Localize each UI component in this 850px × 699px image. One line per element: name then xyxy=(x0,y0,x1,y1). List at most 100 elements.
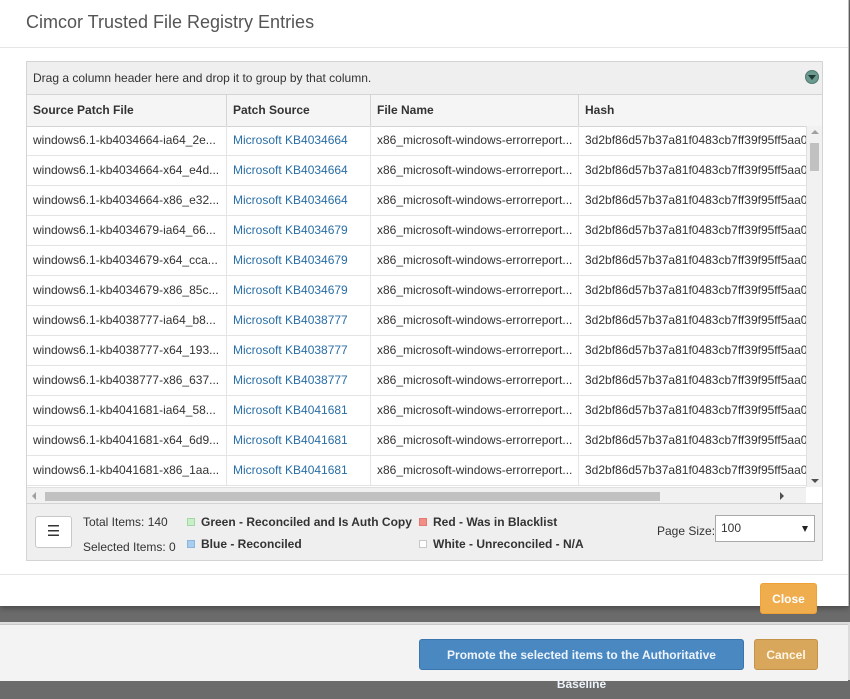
white-swatch xyxy=(419,540,427,548)
trusted-file-registry-dialog: Cimcor Trusted File Registry Entries Dra… xyxy=(0,0,849,606)
column-header-hash[interactable]: Hash xyxy=(579,95,822,126)
table-row[interactable]: windows6.1-kb4034679-x64_cca... Microsof… xyxy=(27,246,806,276)
hash-cell: 3d2bf86d57b37a81f0483cb7ff39f95ff5aa0 xyxy=(585,193,806,207)
file-name-cell: x86_microsoft-windows-errorreport... xyxy=(371,366,579,395)
patch-source-link[interactable]: Microsoft KB4034664 xyxy=(227,156,371,185)
source-patch-file-cell: windows6.1-kb4034664-x86_e32... xyxy=(27,186,227,215)
source-patch-file-cell: windows6.1-kb4034664-ia64_2e... xyxy=(27,126,227,155)
promote-to-baseline-button[interactable]: Promote the selected items to the Author… xyxy=(419,639,744,691)
legend-blue-label: Blue - Reconciled xyxy=(201,537,302,551)
legend-blue: Blue - Reconciled xyxy=(187,537,302,551)
page-size-select[interactable]: 100 xyxy=(715,515,815,542)
scroll-right-arrow-icon[interactable] xyxy=(780,492,784,500)
table-row[interactable]: windows6.1-kb4034664-x86_e32... Microsof… xyxy=(27,186,806,216)
close-button[interactable]: Close xyxy=(760,583,817,614)
scroll-down-arrow-icon[interactable] xyxy=(811,479,819,483)
hamburger-icon: ☰ xyxy=(46,523,61,540)
horizontal-scroll-thumb[interactable] xyxy=(45,492,660,501)
hash-cell: 3d2bf86d57b37a81f0483cb7ff39f95ff5aa0 xyxy=(585,223,806,237)
patch-source-link[interactable]: Microsoft KB4041681 xyxy=(227,426,371,455)
legend-red-label: Red - Was in Blacklist xyxy=(433,515,558,529)
legend-white: White - Unreconciled - N/A xyxy=(419,537,584,551)
column-header-source-patch-file[interactable]: Source Patch File xyxy=(27,95,227,126)
column-header-file-name[interactable]: File Name xyxy=(371,95,579,126)
patch-source-link[interactable]: Microsoft KB4034679 xyxy=(227,216,371,245)
file-name-cell: x86_microsoft-windows-errorreport... xyxy=(371,246,579,275)
source-patch-file-cell: windows6.1-kb4041681-x86_1aa... xyxy=(27,456,227,485)
patch-source-link[interactable]: Microsoft KB4034664 xyxy=(227,126,371,155)
column-header-patch-source[interactable]: Patch Source xyxy=(227,95,371,126)
patch-source-link[interactable]: Microsoft KB4034664 xyxy=(227,186,371,215)
hash-cell: 3d2bf86d57b37a81f0483cb7ff39f95ff5aa0 xyxy=(585,133,806,147)
table-row[interactable]: windows6.1-kb4038777-x86_637... Microsof… xyxy=(27,366,806,396)
source-patch-file-cell: windows6.1-kb4034664-x64_e4d... xyxy=(27,156,227,185)
total-items-count: Total Items: 140 xyxy=(83,515,168,529)
hash-cell: 3d2bf86d57b37a81f0483cb7ff39f95ff5aa0 xyxy=(585,343,806,357)
source-patch-file-cell: windows6.1-kb4034679-x86_85c... xyxy=(27,276,227,305)
group-by-panel[interactable]: Drag a column header here and drop it to… xyxy=(27,62,822,95)
grid-header-row: Source Patch File Patch Source File Name… xyxy=(27,95,822,127)
hash-cell: 3d2bf86d57b37a81f0483cb7ff39f95ff5aa0 xyxy=(585,283,806,297)
source-patch-file-cell: windows6.1-kb4041681-ia64_58... xyxy=(27,396,227,425)
patch-source-link[interactable]: Microsoft KB4041681 xyxy=(227,396,371,425)
file-name-cell: x86_microsoft-windows-errorreport... xyxy=(371,276,579,305)
registry-grid: Drag a column header here and drop it to… xyxy=(26,61,823,561)
page-size-label: Page Size: xyxy=(657,524,716,538)
source-patch-file-cell: windows6.1-kb4038777-x64_193... xyxy=(27,336,227,365)
patch-source-link[interactable]: Microsoft KB4038777 xyxy=(227,366,371,395)
chevron-down-icon xyxy=(802,526,808,532)
hash-cell: 3d2bf86d57b37a81f0483cb7ff39f95ff5aa0 xyxy=(585,463,806,477)
dialog-header: Cimcor Trusted File Registry Entries xyxy=(0,0,848,48)
source-patch-file-cell: windows6.1-kb4034679-ia64_66... xyxy=(27,216,227,245)
file-name-cell: x86_microsoft-windows-errorreport... xyxy=(371,186,579,215)
patch-source-link[interactable]: Microsoft KB4038777 xyxy=(227,306,371,335)
hash-cell: 3d2bf86d57b37a81f0483cb7ff39f95ff5aa0 xyxy=(585,433,806,447)
table-row[interactable]: windows6.1-kb4038777-ia64_b8... Microsof… xyxy=(27,306,806,336)
legend-green: Green - Reconciled and Is Auth Copy xyxy=(187,515,412,529)
legend-green-label: Green - Reconciled and Is Auth Copy xyxy=(201,515,412,529)
scroll-left-arrow-icon[interactable] xyxy=(32,492,36,500)
cancel-button[interactable]: Cancel xyxy=(754,639,818,670)
file-name-cell: x86_microsoft-windows-errorreport... xyxy=(371,426,579,455)
file-name-cell: x86_microsoft-windows-errorreport... xyxy=(371,456,579,485)
legend-red: Red - Was in Blacklist xyxy=(419,515,557,529)
patch-source-link[interactable]: Microsoft KB4034679 xyxy=(227,246,371,275)
grid-menu-button[interactable]: ☰ xyxy=(35,516,72,548)
hash-cell: 3d2bf86d57b37a81f0483cb7ff39f95ff5aa0 xyxy=(585,403,806,417)
collapse-toggle-icon[interactable] xyxy=(805,70,819,84)
table-row[interactable]: windows6.1-kb4041681-x64_6d9... Microsof… xyxy=(27,426,806,456)
patch-source-link[interactable]: Microsoft KB4041681 xyxy=(227,456,371,485)
table-row[interactable]: windows6.1-kb4034679-ia64_66... Microsof… xyxy=(27,216,806,246)
table-row[interactable]: windows6.1-kb4038777-x64_193... Microsof… xyxy=(27,336,806,366)
file-name-cell: x86_microsoft-windows-errorreport... xyxy=(371,306,579,335)
horizontal-scrollbar[interactable] xyxy=(27,487,806,503)
table-row[interactable]: windows6.1-kb4034664-ia64_2e... Microsof… xyxy=(27,126,806,156)
file-name-cell: x86_microsoft-windows-errorreport... xyxy=(371,396,579,425)
table-row[interactable]: windows6.1-kb4041681-x86_1aa... Microsof… xyxy=(27,456,806,486)
grid-pager: ☰ Total Items: 140 Selected Items: 0 Gre… xyxy=(27,503,822,560)
green-swatch xyxy=(187,518,195,526)
table-row[interactable]: windows6.1-kb4034664-x64_e4d... Microsof… xyxy=(27,156,806,186)
source-patch-file-cell: windows6.1-kb4041681-x64_6d9... xyxy=(27,426,227,455)
patch-source-link[interactable]: Microsoft KB4034679 xyxy=(227,276,371,305)
hash-cell: 3d2bf86d57b37a81f0483cb7ff39f95ff5aa0 xyxy=(585,163,806,177)
source-patch-file-cell: windows6.1-kb4034679-x64_cca... xyxy=(27,246,227,275)
selected-items-count: Selected Items: 0 xyxy=(83,540,176,554)
vertical-scroll-thumb[interactable] xyxy=(810,143,819,171)
scroll-up-arrow-icon[interactable] xyxy=(811,130,819,134)
file-name-cell: x86_microsoft-windows-errorreport... xyxy=(371,156,579,185)
table-row[interactable]: windows6.1-kb4034679-x86_85c... Microsof… xyxy=(27,276,806,306)
hash-cell: 3d2bf86d57b37a81f0483cb7ff39f95ff5aa0 xyxy=(585,313,806,327)
patch-source-link[interactable]: Microsoft KB4038777 xyxy=(227,336,371,365)
hash-cell: 3d2bf86d57b37a81f0483cb7ff39f95ff5aa0 xyxy=(585,253,806,267)
legend-white-label: White - Unreconciled - N/A xyxy=(433,537,584,551)
grid-body: windows6.1-kb4034664-ia64_2e... Microsof… xyxy=(27,126,822,487)
source-patch-file-cell: windows6.1-kb4038777-ia64_b8... xyxy=(27,306,227,335)
vertical-scrollbar[interactable] xyxy=(806,126,822,487)
table-row[interactable]: windows6.1-kb4041681-ia64_58... Microsof… xyxy=(27,396,806,426)
red-swatch xyxy=(419,518,427,526)
file-name-cell: x86_microsoft-windows-errorreport... xyxy=(371,126,579,155)
page-size-value: 100 xyxy=(721,521,742,535)
group-by-hint: Drag a column header here and drop it to… xyxy=(33,71,372,85)
source-patch-file-cell: windows6.1-kb4038777-x86_637... xyxy=(27,366,227,395)
